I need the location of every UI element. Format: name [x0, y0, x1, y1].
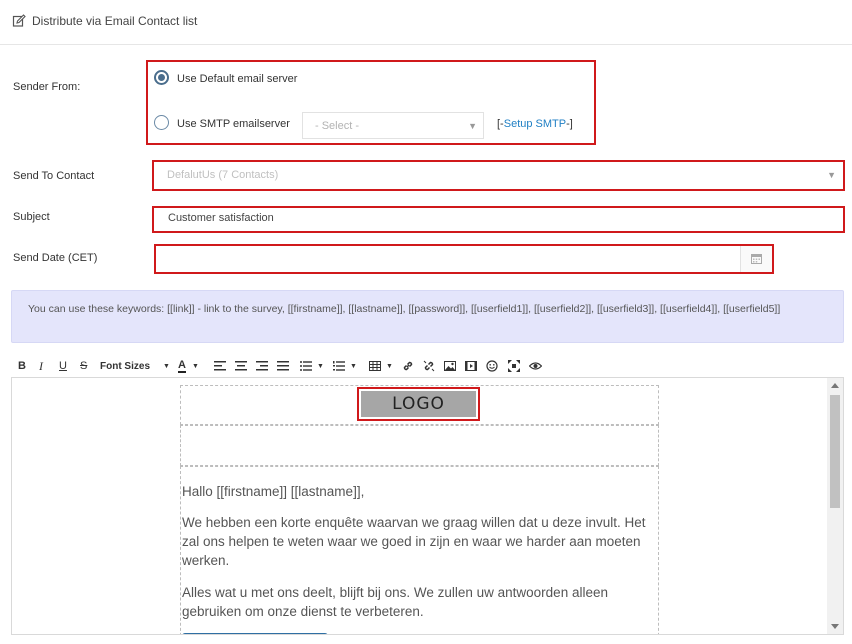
send-to-value: DefalutUs (7 Contacts) [167, 169, 279, 181]
send-to-label: Send To Contact [13, 170, 95, 182]
chevron-down-icon: ▼ [468, 121, 477, 131]
link-icon [403, 361, 413, 371]
video-icon [465, 361, 477, 371]
image-icon [444, 361, 456, 371]
underline-button[interactable]: U [59, 357, 67, 375]
fullscreen-icon [508, 360, 520, 372]
calendar-button[interactable] [740, 246, 772, 272]
survey-button[interactable] [182, 633, 328, 634]
chevron-down-icon: ▼ [317, 362, 324, 370]
italic-button[interactable]: I [39, 357, 43, 375]
align-left-button[interactable] [214, 357, 226, 375]
setup-smtp-wrapper: [-Setup SMTP-] [497, 118, 573, 130]
bullet-list-button[interactable]: ▼ [300, 357, 324, 375]
smtp-server-radio[interactable] [154, 115, 169, 130]
panel-header: Distribute via Email Contact list [0, 0, 852, 45]
align-right-icon [256, 361, 268, 371]
align-center-button[interactable] [235, 357, 247, 375]
align-right-button[interactable] [256, 357, 268, 375]
preview-eye-icon [529, 362, 542, 370]
greeting-text: Hallo [[firstname]] [[lastname]], [182, 484, 365, 499]
video-button[interactable] [465, 357, 477, 375]
numbered-list-button[interactable]: ▼ [333, 357, 357, 375]
email-body-editor[interactable]: LOGO Hallo [[firstname]] [[lastname]], W… [11, 377, 844, 635]
logo-image: LOGO [361, 391, 476, 417]
editor-toolbar: B I U S Font Sizes ▼ A ▼ ▼ ▼ ▼ [13, 357, 852, 375]
preview-button[interactable] [529, 357, 542, 375]
sender-from-label: Sender From: [13, 81, 81, 93]
chevron-down-icon: ▼ [386, 362, 393, 370]
logo-highlight-box: LOGO [357, 387, 480, 421]
scroll-thumb[interactable] [830, 395, 840, 508]
unlink-button[interactable] [423, 357, 435, 375]
justify-icon [277, 361, 289, 371]
bullet-list-icon [300, 361, 312, 371]
chevron-down-icon: ▼ [350, 362, 357, 370]
smtp-server-label: Use SMTP emailserver [177, 118, 290, 130]
emoji-icon [486, 360, 498, 372]
chevron-down-icon: ▼ [827, 170, 836, 180]
font-sizes-button[interactable]: Font Sizes ▼ [100, 357, 170, 375]
unlink-icon [423, 360, 435, 372]
keywords-info-box: You can use these keywords: [[link]] - l… [11, 290, 844, 343]
subject-value: Customer satisfaction [168, 212, 274, 224]
smtp-select-value: - Select - [315, 120, 360, 132]
template-spacer-block [180, 425, 659, 466]
setup-bracket-close: -] [566, 118, 573, 130]
subject-label: Subject [13, 211, 50, 223]
editor-scrollbar[interactable] [827, 378, 843, 634]
setup-smtp-link[interactable]: Setup SMTP [504, 118, 566, 130]
table-icon [369, 361, 381, 371]
chevron-down-icon: ▼ [163, 362, 170, 370]
text-color-button[interactable]: A ▼ [178, 357, 199, 375]
strikethrough-button[interactable]: S [80, 357, 87, 375]
align-center-icon [235, 361, 247, 371]
numbered-list-icon [333, 361, 345, 371]
table-button[interactable]: ▼ [369, 357, 393, 375]
align-left-icon [214, 361, 226, 371]
emoji-button[interactable] [486, 357, 498, 375]
body-paragraph-2: Alles wat u met ons deelt, blijft bij on… [182, 585, 608, 619]
scroll-up-icon[interactable] [831, 383, 839, 388]
font-sizes-label: Font Sizes [100, 360, 151, 372]
send-date-input[interactable] [156, 246, 740, 272]
link-button[interactable] [402, 357, 414, 375]
send-date-label: Send Date (CET) [13, 252, 98, 264]
page-title: Distribute via Email Contact list [32, 14, 198, 28]
image-button[interactable] [444, 357, 456, 375]
default-server-radio[interactable] [154, 70, 169, 85]
body-paragraph-1: We hebben een korte enquête waarvan we g… [182, 515, 646, 568]
text-color-icon: A [178, 358, 186, 373]
keywords-info-text: You can use these keywords: [[link]] - l… [28, 303, 781, 315]
send-to-select[interactable]: DefalutUs (7 Contacts) ▼ [155, 163, 842, 188]
setup-bracket-open: [- [497, 118, 504, 130]
subject-input[interactable]: Customer satisfaction [154, 208, 843, 231]
smtp-select[interactable]: - Select - ▼ [302, 112, 484, 139]
justify-button[interactable] [277, 357, 289, 375]
fullscreen-button[interactable] [508, 357, 520, 375]
calendar-icon [751, 253, 762, 267]
default-server-label: Use Default email server [177, 73, 298, 85]
edit-icon [12, 14, 26, 28]
scroll-down-icon[interactable] [831, 624, 839, 629]
chevron-down-icon: ▼ [191, 362, 199, 370]
bold-button[interactable]: B [18, 357, 26, 375]
